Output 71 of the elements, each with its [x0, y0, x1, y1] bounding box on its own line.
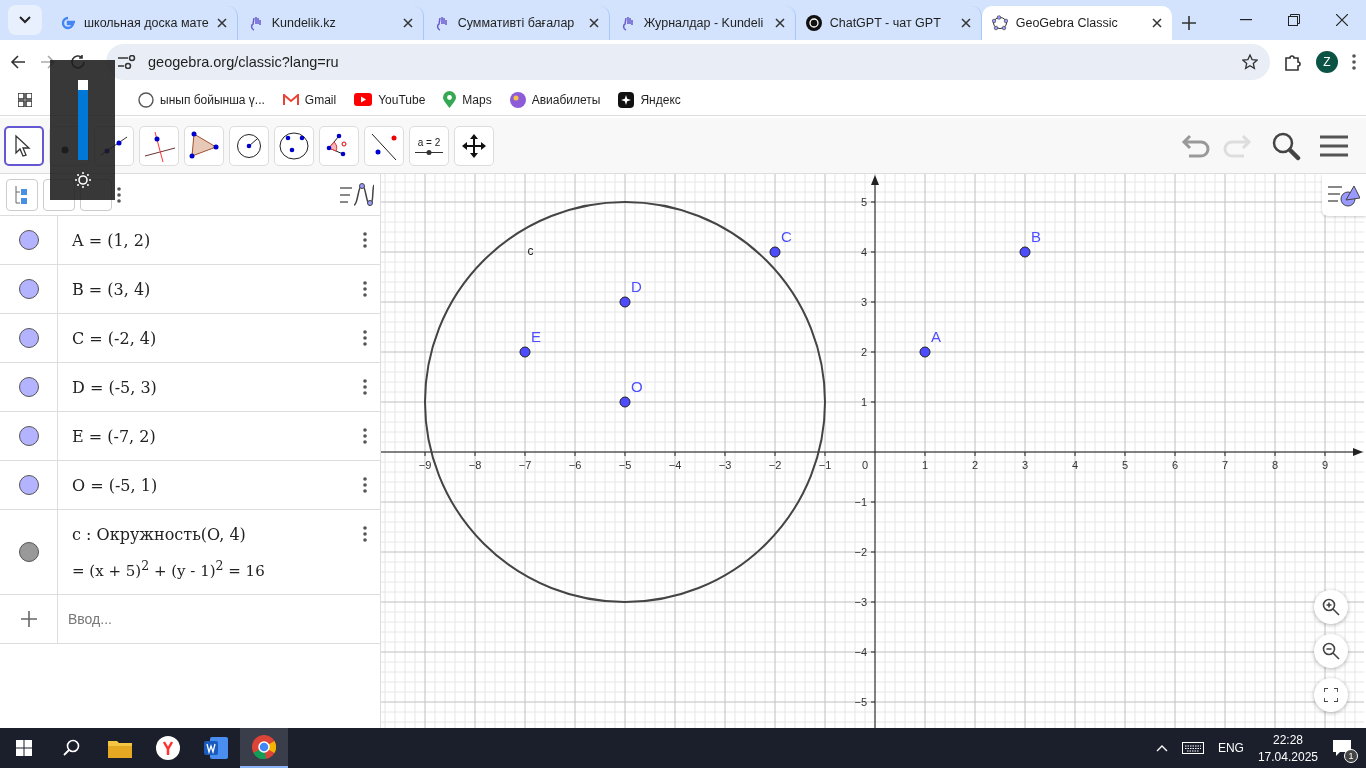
tick-label: −4 [668, 459, 682, 471]
circle-label: c [527, 243, 534, 258]
tick-label: −7 [518, 459, 532, 471]
tick-label: 9 [1321, 459, 1329, 471]
tick-label: 6 [1171, 459, 1179, 471]
tab-title: Журналдар - Kundeli [643, 16, 765, 30]
tick-label: −3 [718, 459, 732, 471]
browser-tab[interactable]: Kundelik.kz [237, 6, 424, 40]
tab-title: ChatGPT - чат GPT [829, 16, 942, 30]
tick-label: −3 [854, 596, 867, 608]
url-text: geogebra.org/classic?lang=ru [148, 54, 340, 70]
algebra-entry: A = (1, 2) [72, 230, 152, 250]
tab-title: школьная доска мате [84, 16, 209, 30]
input-field[interactable]: Ввод... [58, 595, 380, 643]
tick-label: 5 [860, 196, 867, 208]
tick-label: −5 [854, 696, 867, 708]
point-label: D [631, 278, 642, 295]
browser-tab[interactable]: Журналдар - Kundeli [609, 6, 796, 40]
bookmark-link[interactable]: YouTube [354, 92, 426, 107]
browser-tab[interactable]: Суммативті бағалар [423, 6, 610, 40]
point-label: E [531, 328, 541, 345]
browser-tab[interactable]: ChatGPT - чат GPT [795, 6, 982, 40]
tick-label: −1 [854, 496, 867, 508]
point-label: B [1031, 228, 1041, 245]
tick-label: 2 [860, 346, 867, 358]
tab-title: Суммативті бағалар [457, 16, 576, 30]
profile-avatar[interactable]: Z [1316, 51, 1338, 73]
language-indicator[interactable]: ENG [1217, 741, 1244, 755]
notification-badge: 1 [1344, 749, 1358, 763]
tick-label: −5 [618, 459, 632, 471]
tick-label: −1 [818, 459, 832, 471]
browser-tab[interactable]: школьная доска мате [50, 6, 238, 40]
point-label: C [781, 228, 792, 245]
clock[interactable]: 22:28 17.04.2025 [1257, 732, 1318, 764]
slider-label: a = 2 [417, 136, 441, 148]
tool-button[interactable]: a = 2 [409, 125, 449, 166]
tick-label: −4 [854, 646, 867, 658]
tick-label: 5 [1121, 459, 1129, 471]
bookmark-link[interactable]: Авиабилеты [509, 91, 601, 108]
bookmark-link[interactable]: Maps [443, 91, 492, 108]
tick-label: −2 [768, 459, 782, 471]
origin-label: 0 [861, 459, 869, 471]
point-label: A [931, 328, 941, 345]
tick-label: 3 [860, 296, 867, 308]
tick-label: 1 [860, 396, 867, 408]
bookmark-link[interactable]: ынып бойынша ү... [138, 91, 265, 108]
tick-label: −9 [418, 459, 432, 471]
tick-label: −8 [468, 459, 482, 471]
address-bar[interactable]: geogebra.org/classic?lang=ru [106, 44, 1270, 80]
tab-title: Kundelik.kz [271, 16, 337, 30]
algebra-entry: E = (-7, 2) [72, 426, 157, 446]
algebra-entry: D = (-5, 3) [72, 377, 158, 397]
algebra-entry: C = (-2, 4) [72, 328, 158, 348]
tick-label: 8 [1271, 459, 1279, 471]
algebra-entry: B = (3, 4) [72, 279, 152, 299]
tick-label: −2 [854, 546, 867, 558]
tick-label: 7 [1221, 459, 1229, 471]
tick-label: 1 [921, 459, 929, 471]
algebra-entry: c : Окружность(O, 4) [72, 524, 247, 544]
algebra-entry: O = (-5, 1) [72, 475, 159, 495]
tick-label: 3 [1021, 459, 1029, 471]
point-label: O [631, 378, 643, 395]
tick-label: −6 [568, 459, 582, 471]
browser-tab[interactable]: GeoGebra Classic [981, 6, 1172, 40]
bookmark-link[interactable]: Яндекс [618, 91, 681, 108]
tick-label: 4 [860, 246, 867, 258]
bookmark-link[interactable]: Gmail [282, 92, 337, 107]
equation-text: = (x + 5)$^{2}$ + (y - 1)$^{2}$ = 16 [72, 557, 266, 580]
tick-label: 4 [1071, 459, 1079, 471]
tick-label: 2 [971, 459, 979, 471]
tab-title: GeoGebra Classic [1015, 16, 1119, 30]
